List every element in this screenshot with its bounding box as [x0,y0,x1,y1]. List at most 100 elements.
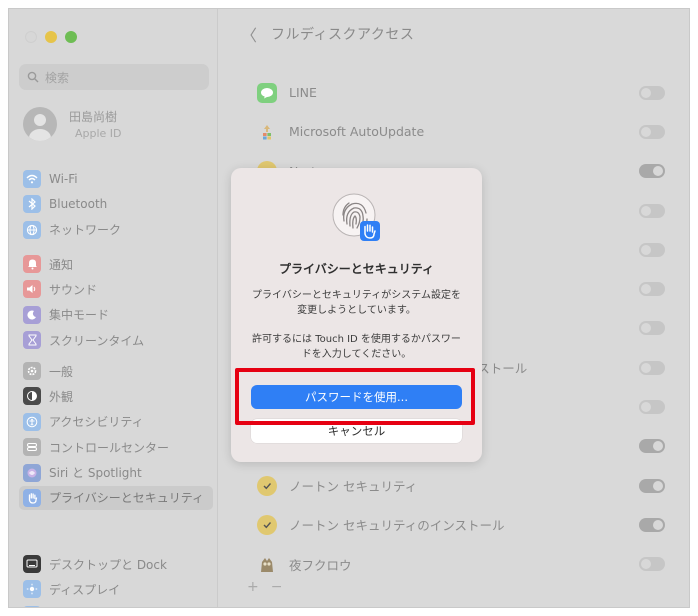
speaker-icon [23,280,41,299]
app-name: Microsoft AutoUpdate [289,124,425,140]
sidebar-group-display: デスクトップと Dock ディスプレイ 壁紙 [19,552,213,607]
dialog-prompt-line: 許可するには Touch ID を使用するかパスワー [252,334,461,345]
access-toggle[interactable] [639,321,665,336]
add-button[interactable]: + [247,579,259,595]
sidebar-item-general[interactable]: 一般 [19,359,213,383]
sidebar-group-network: Wi-Fi Bluetooth ネットワーク [19,167,213,243]
search-field[interactable]: 検索 [19,64,209,90]
dialog-title: プライバシーとセキュリティ [278,262,435,276]
list-item: Microsoft AutoUpdate [241,112,681,151]
sidebar-group-notifications: 通知 サウンド 集中モード スクリーンタイム [19,252,213,354]
auth-dialog: プライバシーとセキュリティ プライバシーとセキュリティがシステム設定を 変更しよ… [231,168,482,462]
sidebar-item-bluetooth[interactable]: Bluetooth [19,192,213,216]
sidebar-item-label: スクリーンタイム [49,333,145,348]
list-controls: + − [247,579,282,595]
sidebar-item-label: Bluetooth [49,197,108,212]
account-subtitle: Apple ID [75,127,122,140]
app-name: ノートン セキュリティ [289,479,418,495]
sidebar-item-wallpaper[interactable]: 壁紙 [19,603,213,607]
app-name: ノートン セキュリティのインストール [289,518,505,534]
access-toggle[interactable] [639,517,665,532]
list-item: LINE [241,73,681,112]
list-item: ノートン セキュリティ [241,466,681,505]
sidebar-item-label: サウンド [49,282,98,297]
sidebar-group-general: 一般 外観 アクセシビリティ コントロールセンター Siri と Spotlig… [19,359,213,511]
sidebar-item-notifications[interactable]: 通知 [19,252,213,276]
dialog-message-line: プライバシーとセキュリティがシステム設定を [252,290,461,301]
access-toggle[interactable] [639,360,665,375]
zoom-button[interactable] [65,31,77,43]
desktop-icon [23,555,41,573]
close-button[interactable] [25,31,37,43]
wifi-icon [23,170,41,188]
msautoupdate-icon [257,122,277,142]
sidebar-item-label: 通知 [49,257,74,272]
sidebar-item-appearance[interactable]: 外観 [19,384,213,408]
remove-button[interactable]: − [271,579,283,595]
hourglass-icon [23,331,41,350]
search-icon [27,71,39,83]
sidebar-item-label: コントロールセンター [49,440,170,455]
accessibility-icon [23,412,41,431]
access-toggle[interactable] [639,164,665,179]
appearance-icon [23,387,41,406]
sidebar-item-label: ネットワーク [49,223,122,238]
sidebar-item-accessibility[interactable]: アクセシビリティ [19,410,213,434]
sidebar-item-label: Siri と Spotlight [49,466,142,481]
hand-icon [23,488,41,507]
sidebar-item-label: デスクトップと Dock [49,557,167,572]
access-toggle[interactable] [639,282,665,297]
sidebar-item-focus[interactable]: 集中モード [19,303,213,327]
bell-icon [23,255,41,273]
sidebar-item-label: アクセシビリティ [49,415,144,430]
page-title: フルディスクアクセス [271,27,415,43]
access-toggle[interactable] [639,557,665,572]
app-name: 夜フクロウ [289,557,352,573]
search-placeholder: 検索 [45,70,70,85]
sidebar-item-label: 集中モード [49,308,110,323]
account-name: 田島尚樹 [69,110,118,124]
sidebar-item-control-center[interactable]: コントロールセンター [19,435,213,459]
sidebar-item-wifi[interactable]: Wi-Fi [19,167,213,191]
dialog-message-line: 変更しようとしています。 [297,305,416,316]
globe-icon [23,220,41,239]
siri-icon [23,463,41,482]
sidebar-item-label: プライバシーとセキュリティ [49,491,205,506]
app-name: LINE [289,85,317,101]
window-controls [25,31,77,43]
sidebar-item-label: ディスプレイ [49,582,121,597]
sidebar-item-sound[interactable]: サウンド [19,277,213,301]
wallpaper-icon [23,605,41,607]
sidebar-item-displays[interactable]: ディスプレイ [19,577,213,601]
bluetooth-icon [23,195,41,214]
sidebar-item-label: Wi-Fi [49,172,78,186]
access-toggle[interactable] [639,439,665,454]
sidebar-item-label: 外観 [49,389,74,404]
moon-icon [23,305,41,324]
access-toggle[interactable] [639,203,665,218]
sidebar-item-desktop-dock[interactable]: デスクトップと Dock [19,552,213,576]
sidebar-item-siri-spotlight[interactable]: Siri と Spotlight [19,461,213,485]
back-button[interactable]: 〈 [241,22,257,46]
access-toggle[interactable] [639,478,665,493]
sidebar-item-screentime[interactable]: スクリーンタイム [19,328,213,352]
access-toggle[interactable] [639,124,665,139]
sun-icon [23,580,41,599]
sidebar-item-network[interactable]: ネットワーク [19,218,213,242]
minimize-button[interactable] [45,31,57,43]
sidebar-item-privacy-security[interactable]: プライバシーとセキュリティ [19,485,213,510]
dialog-prompt-line: ドを入力してください。 [301,349,412,360]
sidebar: 検索 田島尚樹 Apple ID Wi-Fi Bluetooth ネットワーク … [9,9,218,607]
access-toggle[interactable] [639,400,665,415]
norton-icon [257,514,277,535]
sidebar-item-label: 一般 [49,364,74,379]
account-item[interactable]: 田島尚樹 Apple ID [23,107,122,141]
norton-icon [257,475,277,496]
avatar [23,107,57,141]
cancel-button[interactable]: キャンセル [251,419,462,443]
access-toggle[interactable] [639,242,665,257]
access-toggle[interactable] [639,85,665,100]
list-item: ノートン セキュリティのインストール [241,505,681,544]
use-password-button[interactable]: パスワードを使用... [251,385,462,409]
owl-icon [257,554,277,574]
